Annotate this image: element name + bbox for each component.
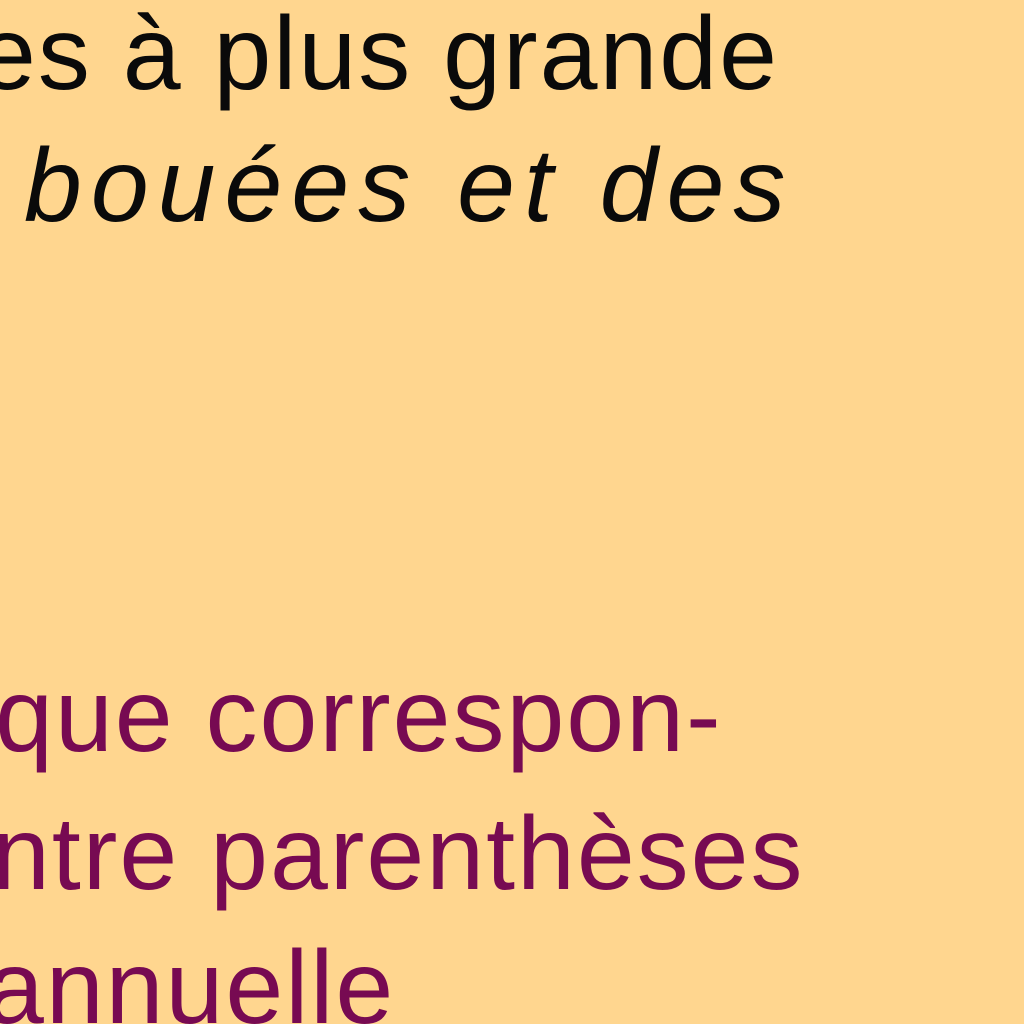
text-line-1: es à plus grande xyxy=(0,0,779,112)
text-line-4: ntre parenthèses xyxy=(0,796,805,912)
text-line-2-italic: bouées et des xyxy=(24,128,795,244)
text-line-3: ique correspon- xyxy=(0,658,723,774)
text-line-5: annuelle xyxy=(0,930,396,1024)
